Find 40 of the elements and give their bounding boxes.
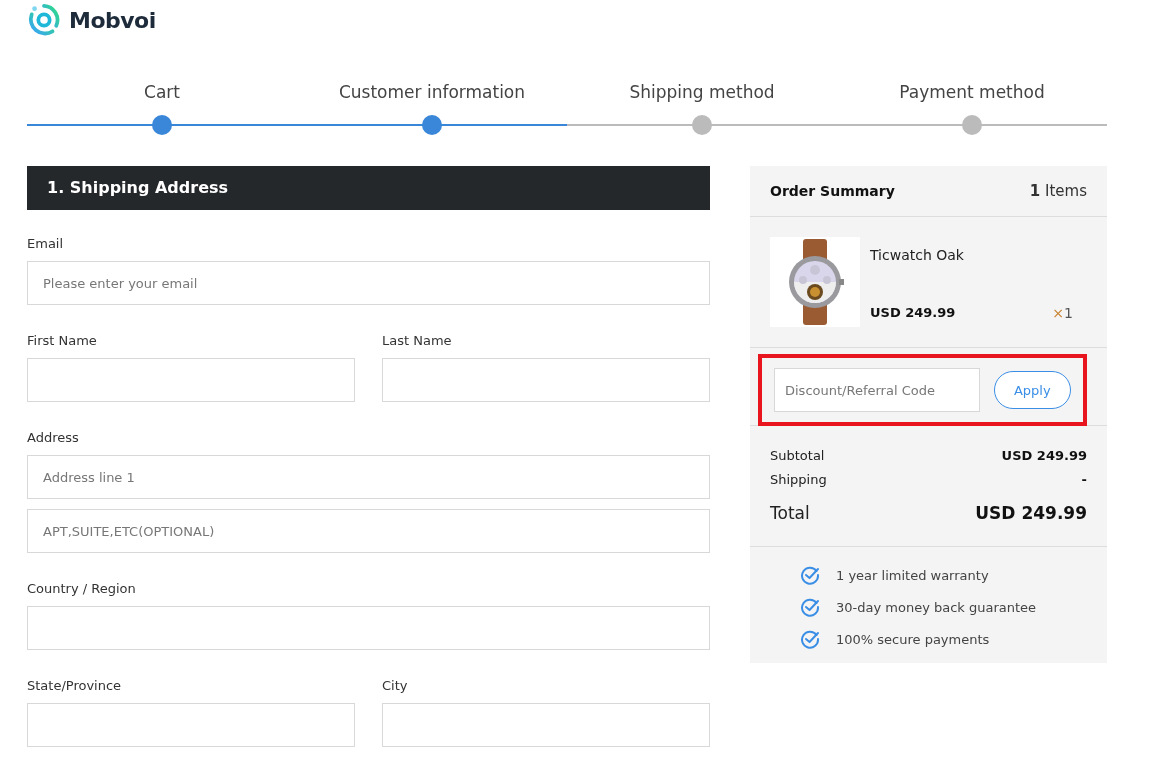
product-price: USD 249.99 bbox=[870, 305, 956, 321]
field-label: State/Province bbox=[27, 678, 123, 693]
step-label: Customer information bbox=[338, 82, 526, 104]
input-field[interactable]: APT,SUITE,ETC(OPTIONAL) bbox=[27, 509, 710, 553]
total-label: Total bbox=[770, 502, 810, 525]
subtotal-value: USD 249.99 bbox=[1001, 447, 1087, 465]
input-field[interactable]: Please enter your email bbox=[27, 261, 710, 305]
input-field[interactable] bbox=[382, 358, 710, 402]
brand-name[interactable]: Mobvoi bbox=[69, 7, 156, 33]
input-field[interactable] bbox=[27, 703, 355, 747]
check-circle-icon bbox=[800, 565, 820, 585]
shipping-label: Shipping bbox=[770, 471, 827, 489]
field-label: City bbox=[382, 678, 409, 693]
perk-text: 1 year limited warranty bbox=[836, 567, 989, 583]
section-header: 1. Shipping Address bbox=[27, 166, 710, 210]
product-quantity: ×1 bbox=[1052, 305, 1073, 321]
summary-title: Order Summary bbox=[770, 183, 895, 199]
input-field[interactable] bbox=[382, 703, 710, 747]
input-field[interactable] bbox=[27, 606, 710, 650]
logo-icon bbox=[27, 3, 61, 37]
total-value: USD 249.99 bbox=[975, 502, 1087, 525]
check-circle-icon bbox=[800, 597, 820, 617]
field-label: First Name bbox=[27, 333, 98, 348]
discount-code-field[interactable]: Discount/Referral Code bbox=[774, 368, 980, 412]
step-label: Cart bbox=[144, 82, 180, 104]
field-label: Email bbox=[27, 236, 65, 251]
field-label: Last Name bbox=[382, 333, 453, 348]
perk-text: 100% secure payments bbox=[836, 631, 990, 647]
perk-text: 30-day money back guarantee bbox=[836, 599, 1037, 615]
product-name[interactable]: Ticwatch Oak bbox=[870, 247, 1087, 263]
check-circle-icon bbox=[800, 629, 820, 649]
item-count: 1 Items bbox=[1029, 182, 1087, 200]
step-label: Payment method bbox=[899, 82, 1045, 104]
subtotal-label: Subtotal bbox=[770, 447, 825, 465]
input-field[interactable]: Address line 1 bbox=[27, 455, 710, 499]
shipping-value: - bbox=[1081, 471, 1087, 489]
step-label: Shipping method bbox=[629, 82, 775, 104]
input-field[interactable] bbox=[27, 358, 355, 402]
field-label: Country / Region bbox=[27, 581, 137, 596]
field-label: Address bbox=[27, 430, 80, 445]
